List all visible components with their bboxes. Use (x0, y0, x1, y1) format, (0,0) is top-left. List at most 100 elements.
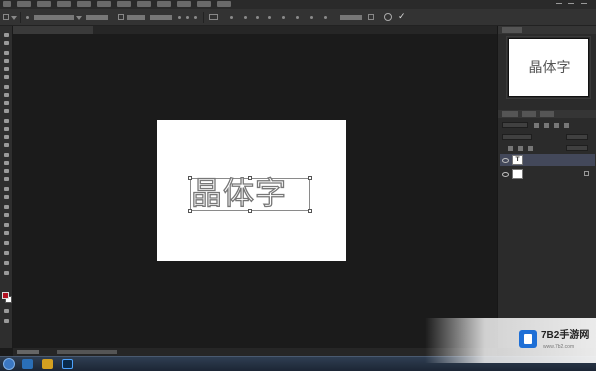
filter-adjustment-icon[interactable] (544, 123, 549, 128)
text-color-swatch[interactable] (209, 14, 218, 20)
tab-layers[interactable] (502, 111, 518, 117)
tool-preset-icon[interactable] (3, 14, 9, 20)
tab-navigator[interactable] (502, 27, 522, 33)
menu-filter[interactable] (137, 1, 151, 7)
layer-thumbnail: T (512, 155, 523, 165)
text-option-icon[interactable] (324, 16, 327, 19)
app-logo[interactable] (3, 1, 11, 7)
move-tool-icon[interactable] (3, 32, 10, 38)
canvas-text-layer[interactable]: 晶体字 (190, 175, 309, 212)
healing-brush-tool-icon[interactable] (3, 84, 10, 90)
watermark-logo-icon (519, 330, 537, 348)
checkmark-icon[interactable]: ✓ (398, 12, 406, 22)
layer-row[interactable] (500, 168, 595, 180)
cancel-icon[interactable] (384, 13, 392, 21)
shape-tool-icon[interactable] (3, 176, 10, 182)
menu-edit[interactable] (37, 1, 51, 7)
document-canvas[interactable]: 晶体字 (157, 120, 346, 261)
gradient-tool-icon[interactable] (3, 126, 10, 132)
pen-tool-icon[interactable] (3, 152, 10, 158)
extra-tool-icon[interactable] (3, 222, 10, 228)
maximize-icon[interactable] (567, 1, 575, 7)
magic-wand-tool-icon[interactable] (3, 58, 10, 64)
extra-tool-icon[interactable] (3, 250, 10, 256)
extra-tool-icon[interactable] (3, 260, 10, 266)
align-left-icon[interactable] (178, 16, 181, 19)
screen-mode-icon[interactable] (3, 318, 10, 324)
opacity-field[interactable] (566, 134, 588, 140)
text-option-icon[interactable] (310, 16, 313, 19)
folder-icon[interactable] (42, 359, 53, 369)
menu-help[interactable] (217, 1, 231, 7)
lock-pixels-icon[interactable] (518, 146, 523, 151)
navigator-thumbnail[interactable]: 晶体字 (508, 38, 589, 97)
dodge-tool-icon[interactable] (3, 142, 10, 148)
filter-type-icon[interactable] (554, 123, 559, 128)
lock-transparent-icon[interactable] (508, 146, 513, 151)
text-option-icon[interactable] (282, 16, 285, 19)
extra-tool-icon[interactable] (3, 270, 10, 276)
start-button[interactable] (3, 358, 15, 370)
menu-file[interactable] (17, 1, 31, 7)
document-tab[interactable] (13, 26, 93, 34)
eye-icon[interactable] (502, 157, 509, 163)
hand-tool-icon[interactable] (3, 186, 10, 192)
extra-tool-icon[interactable] (3, 240, 10, 246)
zoom-tool-icon[interactable] (3, 194, 10, 200)
menu-window[interactable] (197, 1, 211, 7)
type-tool-icon[interactable] (3, 160, 10, 166)
chevron-down-icon[interactable] (76, 16, 82, 20)
warp-text-icon[interactable] (230, 16, 233, 19)
blur-tool-icon[interactable] (3, 134, 10, 140)
clone-stamp-tool-icon[interactable] (3, 100, 10, 106)
text-option-icon[interactable] (268, 16, 271, 19)
marquee-tool-icon[interactable] (3, 40, 10, 46)
quick-mask-icon[interactable] (3, 308, 10, 314)
extra-tool-icon[interactable] (3, 230, 10, 236)
history-brush-tool-icon[interactable] (3, 108, 10, 114)
font-family-select[interactable] (34, 15, 74, 20)
tab-channels[interactable] (522, 111, 536, 117)
filter-pixel-icon[interactable] (534, 123, 539, 128)
close-icon[interactable] (580, 1, 588, 7)
eye-icon[interactable] (502, 171, 509, 177)
eyedropper-tool-icon[interactable] (3, 74, 10, 80)
zoom-level-field[interactable] (17, 350, 39, 354)
align-center-icon[interactable] (186, 16, 189, 19)
tab-paths[interactable] (540, 111, 554, 117)
extra-tool-icon[interactable] (3, 212, 10, 218)
text-option-icon[interactable] (296, 16, 299, 19)
text-option-icon[interactable] (368, 14, 374, 20)
blend-mode-select[interactable] (502, 134, 532, 140)
minimize-icon[interactable] (555, 1, 563, 7)
menu-select[interactable] (117, 1, 131, 7)
photoshop-icon[interactable] (62, 359, 73, 369)
fill-field[interactable] (566, 145, 588, 151)
paragraph-panel-icon[interactable] (256, 16, 259, 19)
path-selection-tool-icon[interactable] (3, 168, 10, 174)
font-size-select[interactable] (127, 15, 145, 20)
foreground-color-swatch[interactable] (2, 292, 9, 299)
layer-filter-select[interactable] (502, 122, 528, 128)
extra-tool-icon[interactable] (3, 204, 10, 210)
antialias-select[interactable] (150, 15, 172, 20)
orientation-icon[interactable] (26, 16, 29, 19)
lasso-tool-icon[interactable] (3, 50, 10, 56)
file-explorer-icon[interactable] (22, 359, 33, 369)
align-right-icon[interactable] (194, 16, 197, 19)
lock-position-icon[interactable] (528, 146, 533, 151)
layer-row[interactable]: T (500, 154, 595, 166)
chevron-down-icon[interactable] (11, 16, 17, 20)
3d-option[interactable] (340, 15, 362, 20)
menu-3d[interactable] (157, 1, 171, 7)
character-panel-icon[interactable] (244, 16, 247, 19)
menu-view[interactable] (177, 1, 191, 7)
filter-shape-icon[interactable] (564, 123, 569, 128)
eraser-tool-icon[interactable] (3, 118, 10, 124)
crop-tool-icon[interactable] (3, 66, 10, 72)
brush-tool-icon[interactable] (3, 92, 10, 98)
menu-image[interactable] (57, 1, 71, 7)
menu-type[interactable] (97, 1, 111, 7)
font-style-select[interactable] (86, 15, 108, 20)
menu-layer[interactable] (77, 1, 91, 7)
